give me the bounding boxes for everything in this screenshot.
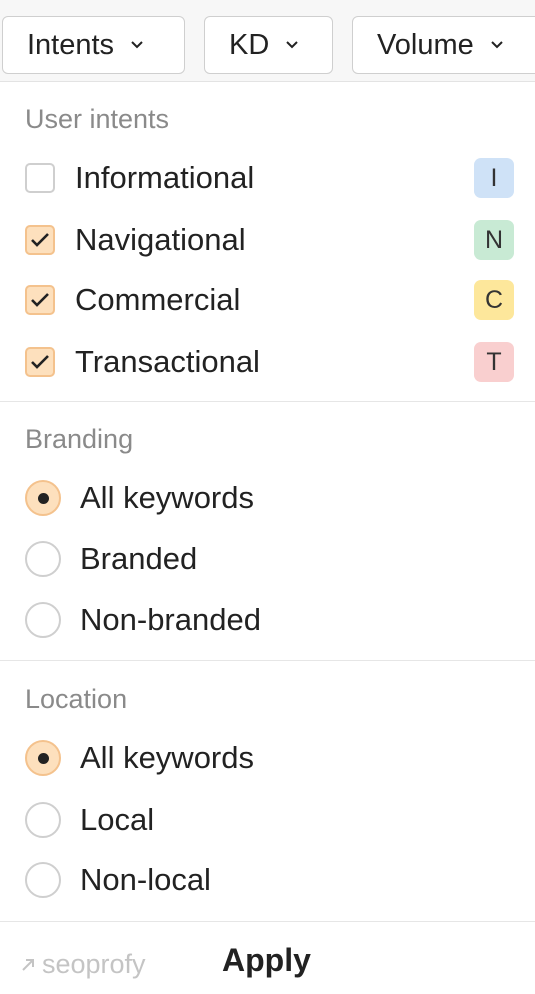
navigational-checkbox[interactable]: [25, 225, 55, 255]
location-option-local[interactable]: Local: [0, 794, 535, 846]
watermark-text: seoprofy: [42, 949, 146, 979]
intent-label: Navigational: [75, 222, 246, 257]
branding-non-branded-radio[interactable]: [25, 602, 61, 638]
intents-dropdown-panel: User intents Informational I Navigationa…: [0, 82, 535, 994]
radio-label: Branded: [80, 541, 198, 576]
volume-filter-button[interactable]: Volume: [352, 16, 535, 74]
branding-heading: Branding: [25, 424, 134, 454]
intent-badge-informational: I: [474, 158, 514, 198]
filter-bar: Intents KD Volume: [0, 0, 535, 82]
apply-button[interactable]: Apply: [222, 942, 311, 979]
location-heading: Location: [25, 684, 128, 714]
radio-label: All keywords: [80, 740, 254, 775]
branding-all-keywords-radio[interactable]: [25, 480, 61, 516]
location-all-keywords-radio[interactable]: [25, 740, 61, 776]
kd-filter-button[interactable]: KD: [204, 16, 333, 74]
intent-option-navigational[interactable]: Navigational N: [0, 214, 535, 266]
intent-badge-navigational: N: [474, 220, 514, 260]
check-icon: [31, 293, 49, 307]
intent-badge-transactional: T: [474, 342, 514, 382]
radio-label: Non-local: [80, 862, 211, 897]
branding-option-branded[interactable]: Branded: [0, 533, 535, 585]
chevron-down-icon: [488, 36, 506, 54]
chevron-down-icon: [283, 36, 301, 54]
transactional-checkbox[interactable]: [25, 347, 55, 377]
intent-option-transactional[interactable]: Transactional T: [0, 336, 535, 388]
section-divider: [0, 401, 535, 402]
user-intents-heading: User intents: [25, 104, 170, 134]
intent-option-informational[interactable]: Informational I: [0, 152, 535, 204]
location-option-all-keywords[interactable]: All keywords: [0, 732, 535, 784]
check-icon: [31, 233, 49, 247]
location-non-local-radio[interactable]: [25, 862, 61, 898]
radio-dot: [37, 752, 49, 764]
arrow-up-right-icon: [20, 957, 36, 973]
intent-label: Transactional: [75, 344, 260, 379]
section-divider: [0, 660, 535, 661]
radio-label: Non-branded: [80, 602, 261, 637]
location-option-non-local[interactable]: Non-local: [0, 854, 535, 906]
intent-option-commercial[interactable]: Commercial C: [0, 274, 535, 326]
informational-checkbox[interactable]: [25, 163, 55, 193]
check-icon: [31, 355, 49, 369]
seoprofy-watermark: seoprofy: [20, 949, 146, 980]
intent-label: Commercial: [75, 282, 241, 317]
radio-dot: [37, 492, 49, 504]
section-divider: [0, 921, 535, 922]
kd-filter-label: KD: [229, 28, 270, 61]
radio-label: Local: [80, 802, 155, 837]
chevron-down-icon: [128, 36, 146, 54]
intent-label: Informational: [75, 160, 255, 195]
branding-option-non-branded[interactable]: Non-branded: [0, 594, 535, 646]
intent-badge-commercial: C: [474, 280, 514, 320]
branding-branded-radio[interactable]: [25, 541, 61, 577]
location-local-radio[interactable]: [25, 802, 61, 838]
intents-filter-button[interactable]: Intents: [2, 16, 185, 74]
volume-filter-label: Volume: [377, 28, 474, 61]
radio-label: All keywords: [80, 480, 254, 515]
commercial-checkbox[interactable]: [25, 285, 55, 315]
branding-option-all-keywords[interactable]: All keywords: [0, 472, 535, 524]
intents-filter-label: Intents: [27, 28, 115, 61]
